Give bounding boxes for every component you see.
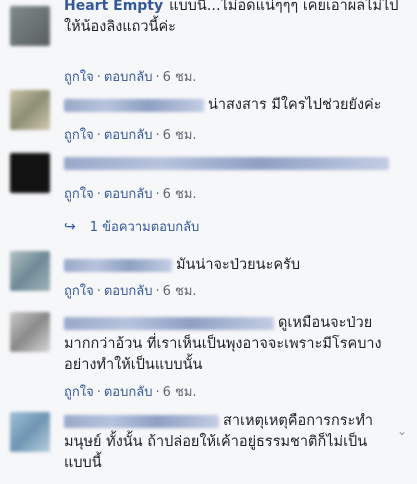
- reply-arrow-icon: ↪: [64, 219, 76, 235]
- commenter-name[interactable]: [64, 316, 274, 330]
- avatar[interactable]: [10, 90, 50, 130]
- timestamp[interactable]: 6 ชม.: [163, 128, 197, 143]
- like-link[interactable]: ถูกใจ: [64, 70, 94, 85]
- avatar[interactable]: [10, 412, 50, 452]
- commenter-name[interactable]: [64, 414, 219, 428]
- reply-link[interactable]: ตอบกลับ: [104, 385, 153, 400]
- reply-link[interactable]: ตอบกลับ: [104, 187, 153, 202]
- like-link[interactable]: ถูกใจ: [64, 187, 94, 202]
- timestamp[interactable]: 6 ชม.: [163, 70, 197, 85]
- comment-body: สาเหตุเหตุคือการกระทำมนุษย์ ทั้งนั้น ถ้า…: [64, 411, 394, 474]
- comment-actions: ถูกใจ · ตอบกลับ · 6 ชม.: [64, 124, 197, 145]
- like-link[interactable]: ถูกใจ: [64, 385, 94, 400]
- avatar[interactable]: [10, 153, 50, 193]
- comment-body: [64, 153, 404, 174]
- comment-actions: ถูกใจ · ตอบกลับ · 6 ชม.: [64, 381, 197, 402]
- separator: ·: [155, 385, 160, 400]
- timestamp[interactable]: 6 ชม.: [163, 385, 197, 400]
- separator: ·: [155, 187, 160, 202]
- separator: ·: [155, 284, 160, 299]
- commenter-name[interactable]: [64, 258, 172, 272]
- comment-body: มันน่าจะป่วยนะครับ: [64, 255, 404, 276]
- comment-text: มันน่าจะป่วยนะครับ: [176, 257, 301, 273]
- timestamp[interactable]: 6 ชม.: [163, 284, 197, 299]
- separator: ·: [96, 187, 101, 202]
- timestamp[interactable]: 6 ชม.: [163, 187, 197, 202]
- reply-link[interactable]: ตอบกลับ: [104, 284, 153, 299]
- chevron-down-icon[interactable]: ⌄: [397, 424, 407, 438]
- view-replies-link[interactable]: ↪ 1 ข้อความตอบกลับ: [64, 216, 199, 237]
- like-link[interactable]: ถูกใจ: [64, 128, 94, 143]
- separator: ·: [155, 128, 160, 143]
- comment-actions: ถูกใจ · ตอบกลับ · 6 ชม.: [64, 280, 197, 301]
- separator: ·: [96, 385, 101, 400]
- avatar[interactable]: [10, 312, 50, 352]
- like-link[interactable]: ถูกใจ: [64, 284, 94, 299]
- comment-actions: ถูกใจ · ตอบกลับ · 6 ชม.: [64, 183, 197, 204]
- separator: ·: [96, 284, 101, 299]
- comment-body: ดูเหมือนจะป่วย มากกว่าอ้วน ที่เราเห็นเป็…: [64, 313, 394, 376]
- separator: ·: [96, 128, 101, 143]
- avatar[interactable]: [10, 6, 50, 46]
- commenter-name[interactable]: Heart Empty: [64, 0, 163, 14]
- comment-body: Heart Empty แบบนี้...ไม่อดแน่ๆๆๆ เคยเอาผล…: [64, 0, 404, 38]
- commenter-name[interactable]: [64, 98, 204, 112]
- comment-text: น่าสงสาร มีใครไปช่วยยังค่ะ: [208, 97, 382, 113]
- separator: ·: [96, 70, 101, 85]
- separator: ·: [155, 70, 160, 85]
- reply-link[interactable]: ตอบกลับ: [104, 128, 153, 143]
- reply-link[interactable]: ตอบกลับ: [104, 70, 153, 85]
- commenter-name[interactable]: [64, 156, 389, 170]
- comment-body: น่าสงสาร มีใครไปช่วยยังค่ะ: [64, 95, 404, 116]
- avatar[interactable]: [10, 251, 50, 291]
- replies-count-text[interactable]: 1 ข้อความตอบกลับ: [90, 220, 200, 235]
- comment-actions: ถูกใจ · ตอบกลับ · 6 ชม.: [64, 66, 197, 87]
